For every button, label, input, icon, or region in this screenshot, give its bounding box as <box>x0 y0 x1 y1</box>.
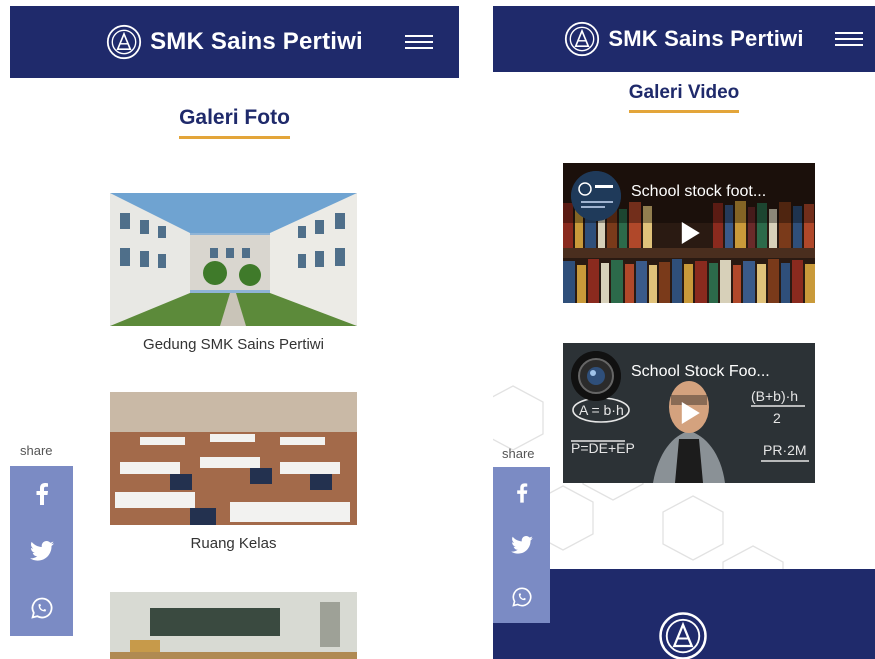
whatsapp-share-button[interactable] <box>507 582 537 612</box>
svg-text:A = b·h: A = b·h <box>579 402 624 418</box>
photo-building[interactable] <box>110 193 357 326</box>
photo-hall[interactable] <box>110 592 357 659</box>
video-gallery-screen: SMK Sains Pertiwi Galeri Video School st… <box>493 6 875 659</box>
twitter-icon <box>510 536 533 554</box>
svg-text:(B+b)·h: (B+b)·h <box>751 388 798 404</box>
photo-caption: Gedung SMK Sains Pertiwi <box>143 336 324 353</box>
twitter-icon <box>29 540 54 561</box>
video-title: School Stock Foo... <box>631 363 770 380</box>
share-bar <box>10 466 73 636</box>
share-label: share <box>502 446 535 461</box>
channel-avatar[interactable] <box>571 351 621 401</box>
channel-logo-icon <box>571 171 621 221</box>
video-thumbnail[interactable]: A = b·h (B+b)·h 2 P=DE+EP PR·2M School S… <box>563 343 815 483</box>
section-title: Galeri Foto <box>10 106 459 139</box>
video-title: School stock foot... <box>631 183 767 200</box>
whatsapp-icon <box>511 587 531 607</box>
brand[interactable]: SMK Sains Pertiwi <box>564 21 803 57</box>
site-title: SMK Sains Pertiwi <box>608 26 804 51</box>
hall-image <box>110 592 357 659</box>
top-nav-bar: SMK Sains Pertiwi <box>10 6 459 78</box>
classroom-image <box>110 392 357 525</box>
camera-lens-icon <box>571 351 621 401</box>
twitter-share-button[interactable] <box>27 536 57 566</box>
facebook-share-button[interactable] <box>507 478 537 508</box>
footer-logo-icon <box>659 612 707 659</box>
svg-text:PR·2M: PR·2M <box>763 442 807 458</box>
video-thumbnail[interactable]: School stock foot... <box>563 163 815 303</box>
channel-avatar[interactable] <box>571 171 621 221</box>
share-label: share <box>20 443 53 458</box>
svg-text:2: 2 <box>773 410 781 426</box>
twitter-share-button[interactable] <box>507 530 537 560</box>
photo-classroom[interactable] <box>110 392 357 525</box>
photo-caption: Ruang Kelas <box>190 535 277 552</box>
whatsapp-icon <box>30 597 52 619</box>
school-logo-icon <box>565 21 600 57</box>
site-title: SMK Sains Pertiwi <box>150 28 363 55</box>
section-title-text: Galeri Foto <box>179 106 290 139</box>
play-icon[interactable] <box>681 402 700 424</box>
svg-text:P=DE+EP: P=DE+EP <box>571 440 635 456</box>
share-bar <box>493 467 550 623</box>
hamburger-menu-icon[interactable] <box>405 35 433 49</box>
brand[interactable]: SMK Sains Pertiwi <box>106 24 363 60</box>
school-logo-icon <box>106 24 142 60</box>
whatsapp-share-button[interactable] <box>27 593 57 623</box>
facebook-icon <box>36 483 48 506</box>
top-nav-bar: SMK Sains Pertiwi <box>493 6 875 72</box>
hamburger-menu-icon[interactable] <box>835 32 863 46</box>
footer <box>493 569 875 659</box>
play-icon[interactable] <box>681 222 700 244</box>
facebook-icon <box>516 483 527 503</box>
building-image <box>110 193 357 326</box>
section-title: Galeri Video <box>493 82 875 113</box>
facebook-share-button[interactable] <box>27 479 57 509</box>
photo-gallery-screen: SMK Sains Pertiwi Galeri Foto Gedung SMK… <box>10 6 459 659</box>
section-title-text: Galeri Video <box>628 82 740 113</box>
